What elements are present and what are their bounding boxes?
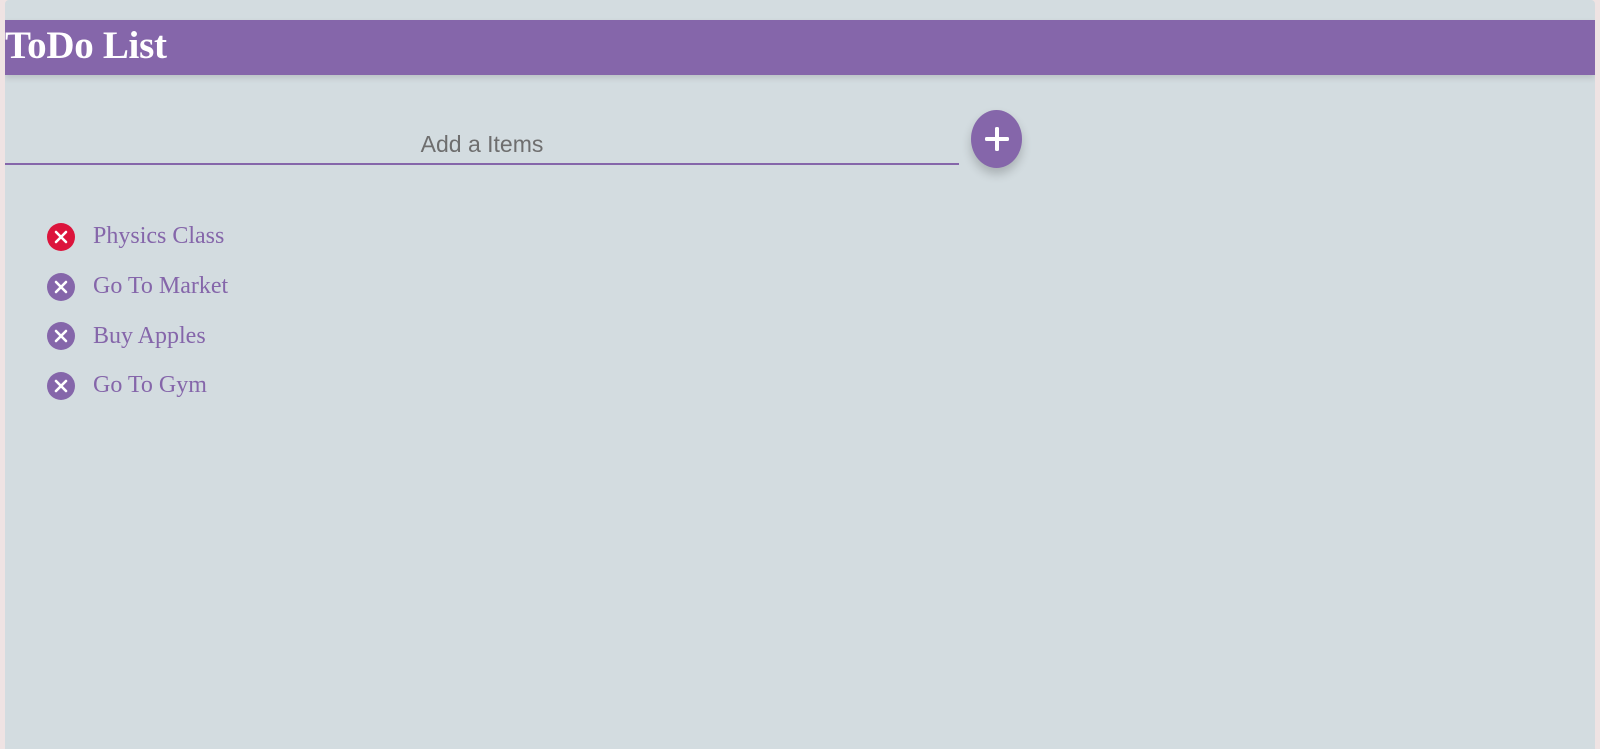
todo-item-text: Go To Market — [93, 273, 229, 300]
delete-item-button[interactable] — [47, 272, 75, 301]
plus-icon — [984, 127, 1009, 151]
todo-item: Go To Gym — [47, 361, 228, 411]
todo-item-text: Physics Class — [93, 223, 225, 250]
add-item-input[interactable] — [5, 125, 959, 165]
close-circle-icon — [54, 329, 68, 343]
todo-app: ToDo List Physics Class Go To Market — [5, 0, 1595, 749]
todo-list: Physics Class Go To Market Buy Apples Go… — [47, 212, 228, 411]
todo-item: Buy Apples — [47, 311, 228, 361]
todo-item: Physics Class — [47, 212, 228, 262]
add-item-button[interactable] — [971, 110, 1022, 168]
app-header: ToDo List — [5, 20, 1595, 75]
delete-item-button[interactable] — [47, 222, 75, 251]
todo-item-text: Buy Apples — [93, 322, 206, 349]
delete-item-button[interactable] — [47, 322, 75, 351]
todo-item: Go To Market — [47, 262, 228, 312]
delete-item-button[interactable] — [47, 371, 75, 400]
close-circle-icon — [54, 280, 68, 293]
todo-item-text: Go To Gym — [93, 372, 207, 399]
app-title: ToDo List — [5, 24, 167, 67]
close-circle-icon — [54, 379, 68, 393]
close-circle-icon — [54, 230, 68, 244]
